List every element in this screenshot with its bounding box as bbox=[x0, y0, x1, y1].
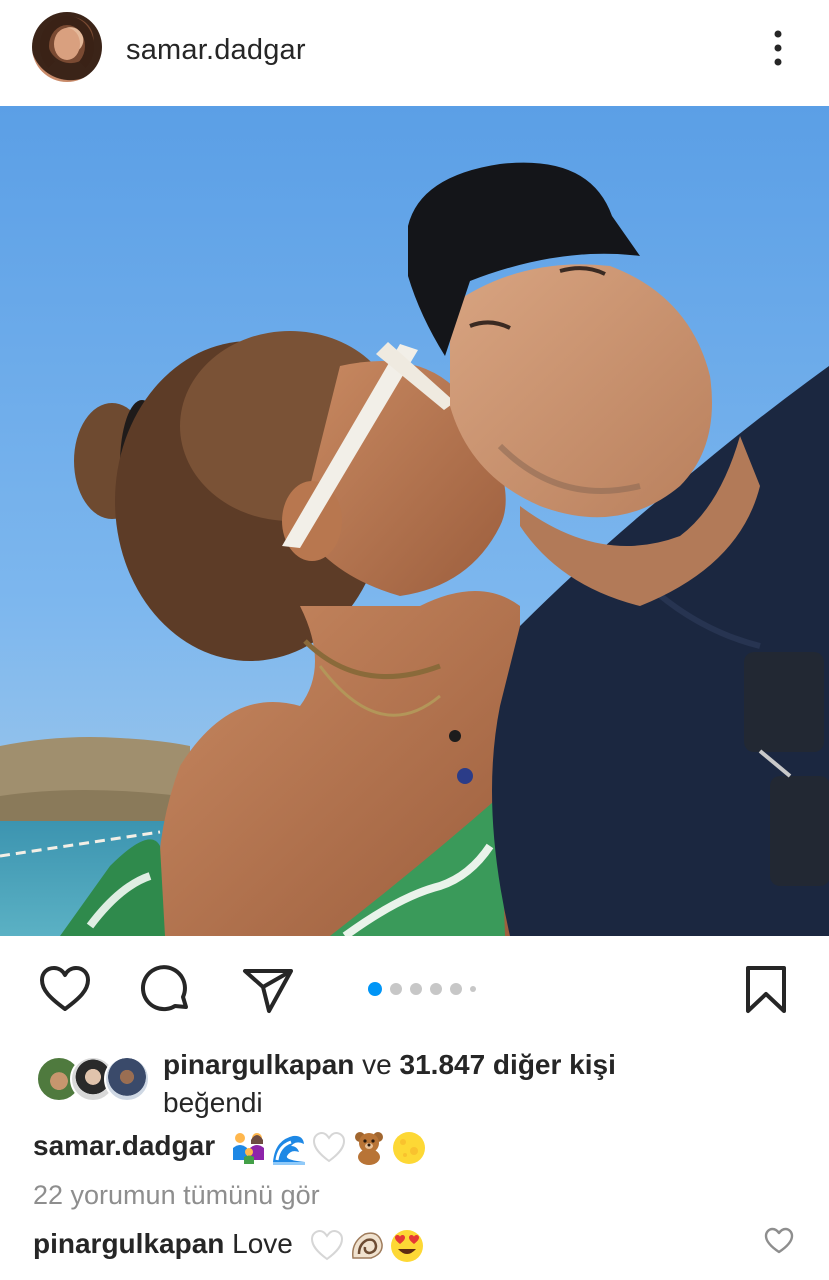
comment-emojis bbox=[309, 1228, 425, 1264]
profile-avatar[interactable] bbox=[32, 12, 102, 82]
carousel-dot bbox=[470, 986, 476, 992]
comment-heart-icon[interactable] bbox=[764, 1226, 794, 1256]
spiral-shell-emoji-icon bbox=[351, 1231, 383, 1259]
post-caption: samar.dadgar bbox=[33, 1124, 427, 1168]
comment-username[interactable]: pinargulkapan bbox=[33, 1228, 224, 1259]
like-button[interactable] bbox=[37, 962, 93, 1018]
caption-username[interactable]: samar.dadgar bbox=[33, 1130, 215, 1161]
carousel-indicator bbox=[368, 982, 476, 996]
likes-count[interactable]: 31.847 diğer kişi bbox=[400, 1049, 616, 1080]
view-all-comments-link[interactable]: 22 yorumun tümünü gör bbox=[33, 1180, 320, 1211]
likes-suffix: beğendi bbox=[163, 1087, 263, 1118]
carousel-dot-active bbox=[368, 982, 382, 996]
photo-illustration bbox=[0, 106, 829, 936]
post-header: samar.dadgar bbox=[0, 0, 829, 106]
likes-summary[interactable]: pinargulkapan ve 31.847 diğer kişi beğen… bbox=[0, 1042, 829, 1122]
caption-emojis bbox=[231, 1130, 427, 1166]
carousel-dot bbox=[410, 983, 422, 995]
likes-text: pinargulkapan ve 31.847 diğer kişi beğen… bbox=[163, 1046, 783, 1122]
water-wave-emoji-icon bbox=[272, 1135, 305, 1165]
liker-avatars bbox=[36, 1056, 150, 1102]
liked-by-username[interactable]: pinargulkapan bbox=[163, 1049, 354, 1080]
post-username[interactable]: samar.dadgar bbox=[126, 34, 306, 67]
post-actions bbox=[0, 936, 829, 1042]
carousel-dot bbox=[390, 983, 402, 995]
teddy-bear-emoji-icon bbox=[354, 1131, 383, 1165]
more-vertical-icon[interactable] bbox=[764, 28, 792, 68]
white-heart-emoji-icon bbox=[310, 1229, 343, 1260]
comment-item: pinargulkapan Love bbox=[33, 1222, 425, 1266]
share-button[interactable] bbox=[240, 962, 296, 1018]
comment-bubble-icon bbox=[140, 965, 188, 1012]
bookmark-outline-icon bbox=[746, 966, 786, 1013]
carousel-dot bbox=[430, 983, 442, 995]
carousel-dot bbox=[450, 983, 462, 995]
white-heart-emoji-icon bbox=[312, 1131, 345, 1162]
full-moon-emoji-icon bbox=[392, 1131, 425, 1164]
family-emoji-icon bbox=[232, 1132, 264, 1164]
save-button[interactable] bbox=[738, 962, 794, 1018]
comment-button[interactable] bbox=[138, 962, 194, 1018]
liker-avatar bbox=[104, 1056, 150, 1102]
heart-eyes-emoji-icon bbox=[390, 1229, 423, 1262]
post-photo[interactable] bbox=[0, 106, 829, 936]
comment-text: Love bbox=[232, 1228, 293, 1259]
paper-plane-icon bbox=[243, 969, 293, 1013]
heart-outline-icon bbox=[40, 966, 90, 1011]
likes-connector: ve bbox=[354, 1049, 400, 1080]
